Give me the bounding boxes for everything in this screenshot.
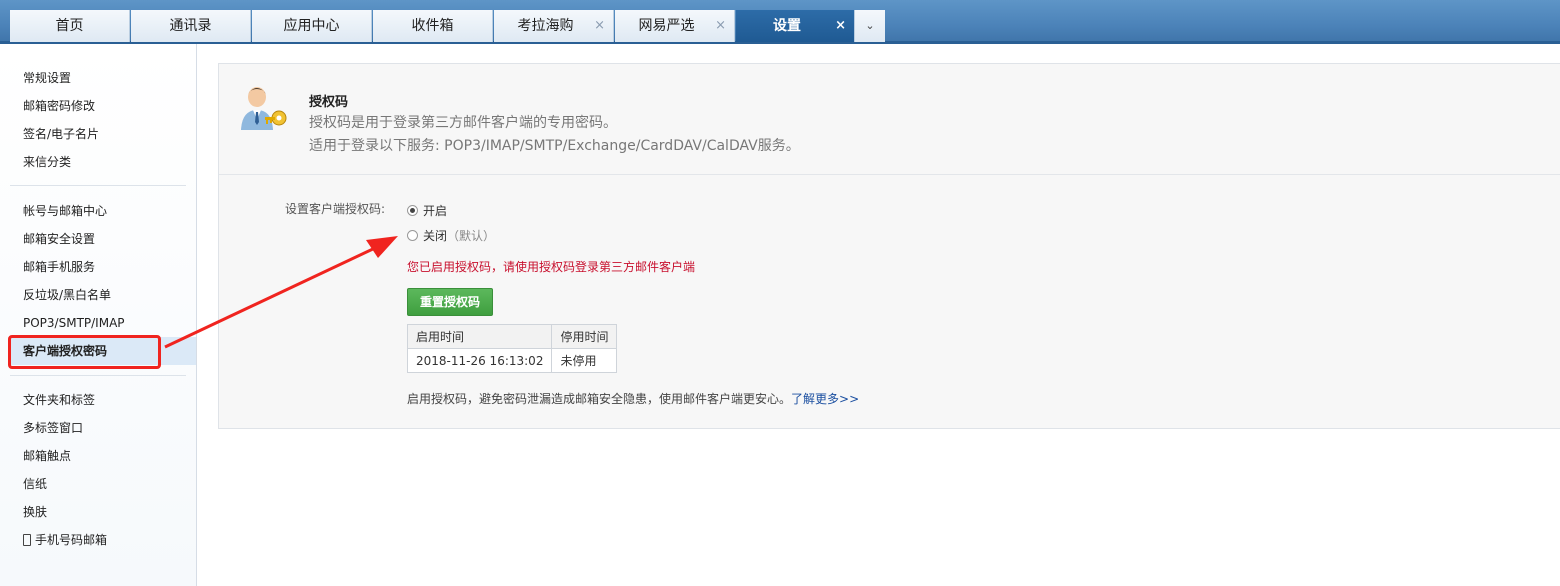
auth-code-panel: 授权码 授权码是用于登录第三方邮件客户端的专用密码。 适用于登录以下服务: PO… (218, 63, 1560, 429)
sidebar-divider (10, 375, 186, 376)
sidebar-item-general[interactable]: 常规设置 (23, 64, 71, 92)
panel-header: 授权码 授权码是用于登录第三方邮件客户端的专用密码。 适用于登录以下服务: PO… (219, 64, 1560, 175)
sidebar-item-skin[interactable]: 换肤 (23, 498, 47, 526)
radio-button-checked[interactable] (407, 205, 418, 216)
table-row: 2018-11-26 16:13:02 未停用 (406, 348, 618, 373)
sidebar-divider (10, 185, 186, 186)
page-title: 授权码 (309, 95, 349, 110)
top-tab-bar: 首页 通讯录 应用中心 收件箱 考拉海购 × 网易严选 × 设置 × ⌄ (0, 0, 1560, 44)
table-cell: 未停用 (551, 348, 618, 373)
sidebar-item-folders[interactable]: 文件夹和标签 (23, 386, 95, 414)
tab-contacts[interactable]: 通讯录 (131, 10, 251, 42)
tab-yanxuan[interactable]: 网易严选 × (615, 10, 735, 42)
sidebar-item-signature[interactable]: 签名/电子名片 (23, 120, 99, 148)
warning-message: 您已启用授权码，请使用授权码登录第三方邮件客户端 (407, 260, 696, 274)
close-icon[interactable]: × (715, 10, 726, 42)
reset-auth-code-button[interactable]: 重置授权码 (407, 288, 493, 316)
tab-app-center[interactable]: 应用中心 (252, 10, 372, 42)
sidebar-item-multitab[interactable]: 多标签窗口 (23, 414, 83, 442)
tab-settings[interactable]: 设置 × (736, 10, 855, 42)
table-header: 停用时间 (551, 324, 618, 349)
radio-enable[interactable]: 开启 (407, 202, 447, 219)
footer-note: 启用授权码，避免密码泄漏造成邮箱安全隐患，使用邮件客户端更安心。了解更多>> (407, 392, 860, 406)
table-cell: 2018-11-26 16:13:02 (406, 348, 553, 373)
panel-description: 授权码是用于登录第三方邮件客户端的专用密码。 (309, 115, 617, 131)
tab-inbox[interactable]: 收件箱 (373, 10, 493, 42)
phone-icon (23, 534, 31, 546)
sidebar-item-pop3[interactable]: POP3/SMTP/IMAP (23, 309, 125, 337)
sidebar-item-password[interactable]: 邮箱密码修改 (23, 92, 95, 120)
sidebar-item-mail-filter[interactable]: 来信分类 (23, 148, 71, 176)
close-icon[interactable]: × (594, 10, 605, 42)
tab-kaola[interactable]: 考拉海购 × (494, 10, 614, 42)
sidebar-item-antispam[interactable]: 反垃圾/黑白名单 (23, 281, 111, 309)
sidebar-item-stationery[interactable]: 信纸 (23, 470, 47, 498)
sidebar-item-mobile-service[interactable]: 邮箱手机服务 (23, 253, 95, 281)
sidebar-item-phone-mailbox[interactable]: 手机号码邮箱 (23, 526, 107, 554)
radio-disable[interactable]: 关闭 （默认） (407, 227, 495, 244)
auth-history-table: 启用时间 停用时间 2018-11-26 16:13:02 未停用 (406, 324, 618, 373)
auth-setting-label: 设置客户端授权码: (285, 202, 386, 216)
close-icon[interactable]: × (835, 10, 846, 42)
settings-sidebar: 常规设置 邮箱密码修改 签名/电子名片 来信分类 帐号与邮箱中心 邮箱安全设置 … (0, 44, 197, 586)
sidebar-item-security[interactable]: 邮箱安全设置 (23, 225, 95, 253)
chevron-down-icon[interactable]: ⌄ (855, 10, 885, 42)
sidebar-item-touchpoint[interactable]: 邮箱触点 (23, 442, 71, 470)
learn-more-link[interactable]: 了解更多>> (791, 392, 859, 406)
radio-button-unchecked[interactable] (407, 230, 418, 241)
tab-home[interactable]: 首页 (10, 10, 130, 42)
user-key-icon (241, 87, 287, 130)
table-header: 启用时间 (406, 324, 553, 349)
annotation-highlight-box (8, 335, 161, 369)
panel-services-description: 适用于登录以下服务: POP3/IMAP/SMTP/Exchange/CardD… (309, 138, 800, 154)
sidebar-item-account-center[interactable]: 帐号与邮箱中心 (23, 197, 107, 225)
